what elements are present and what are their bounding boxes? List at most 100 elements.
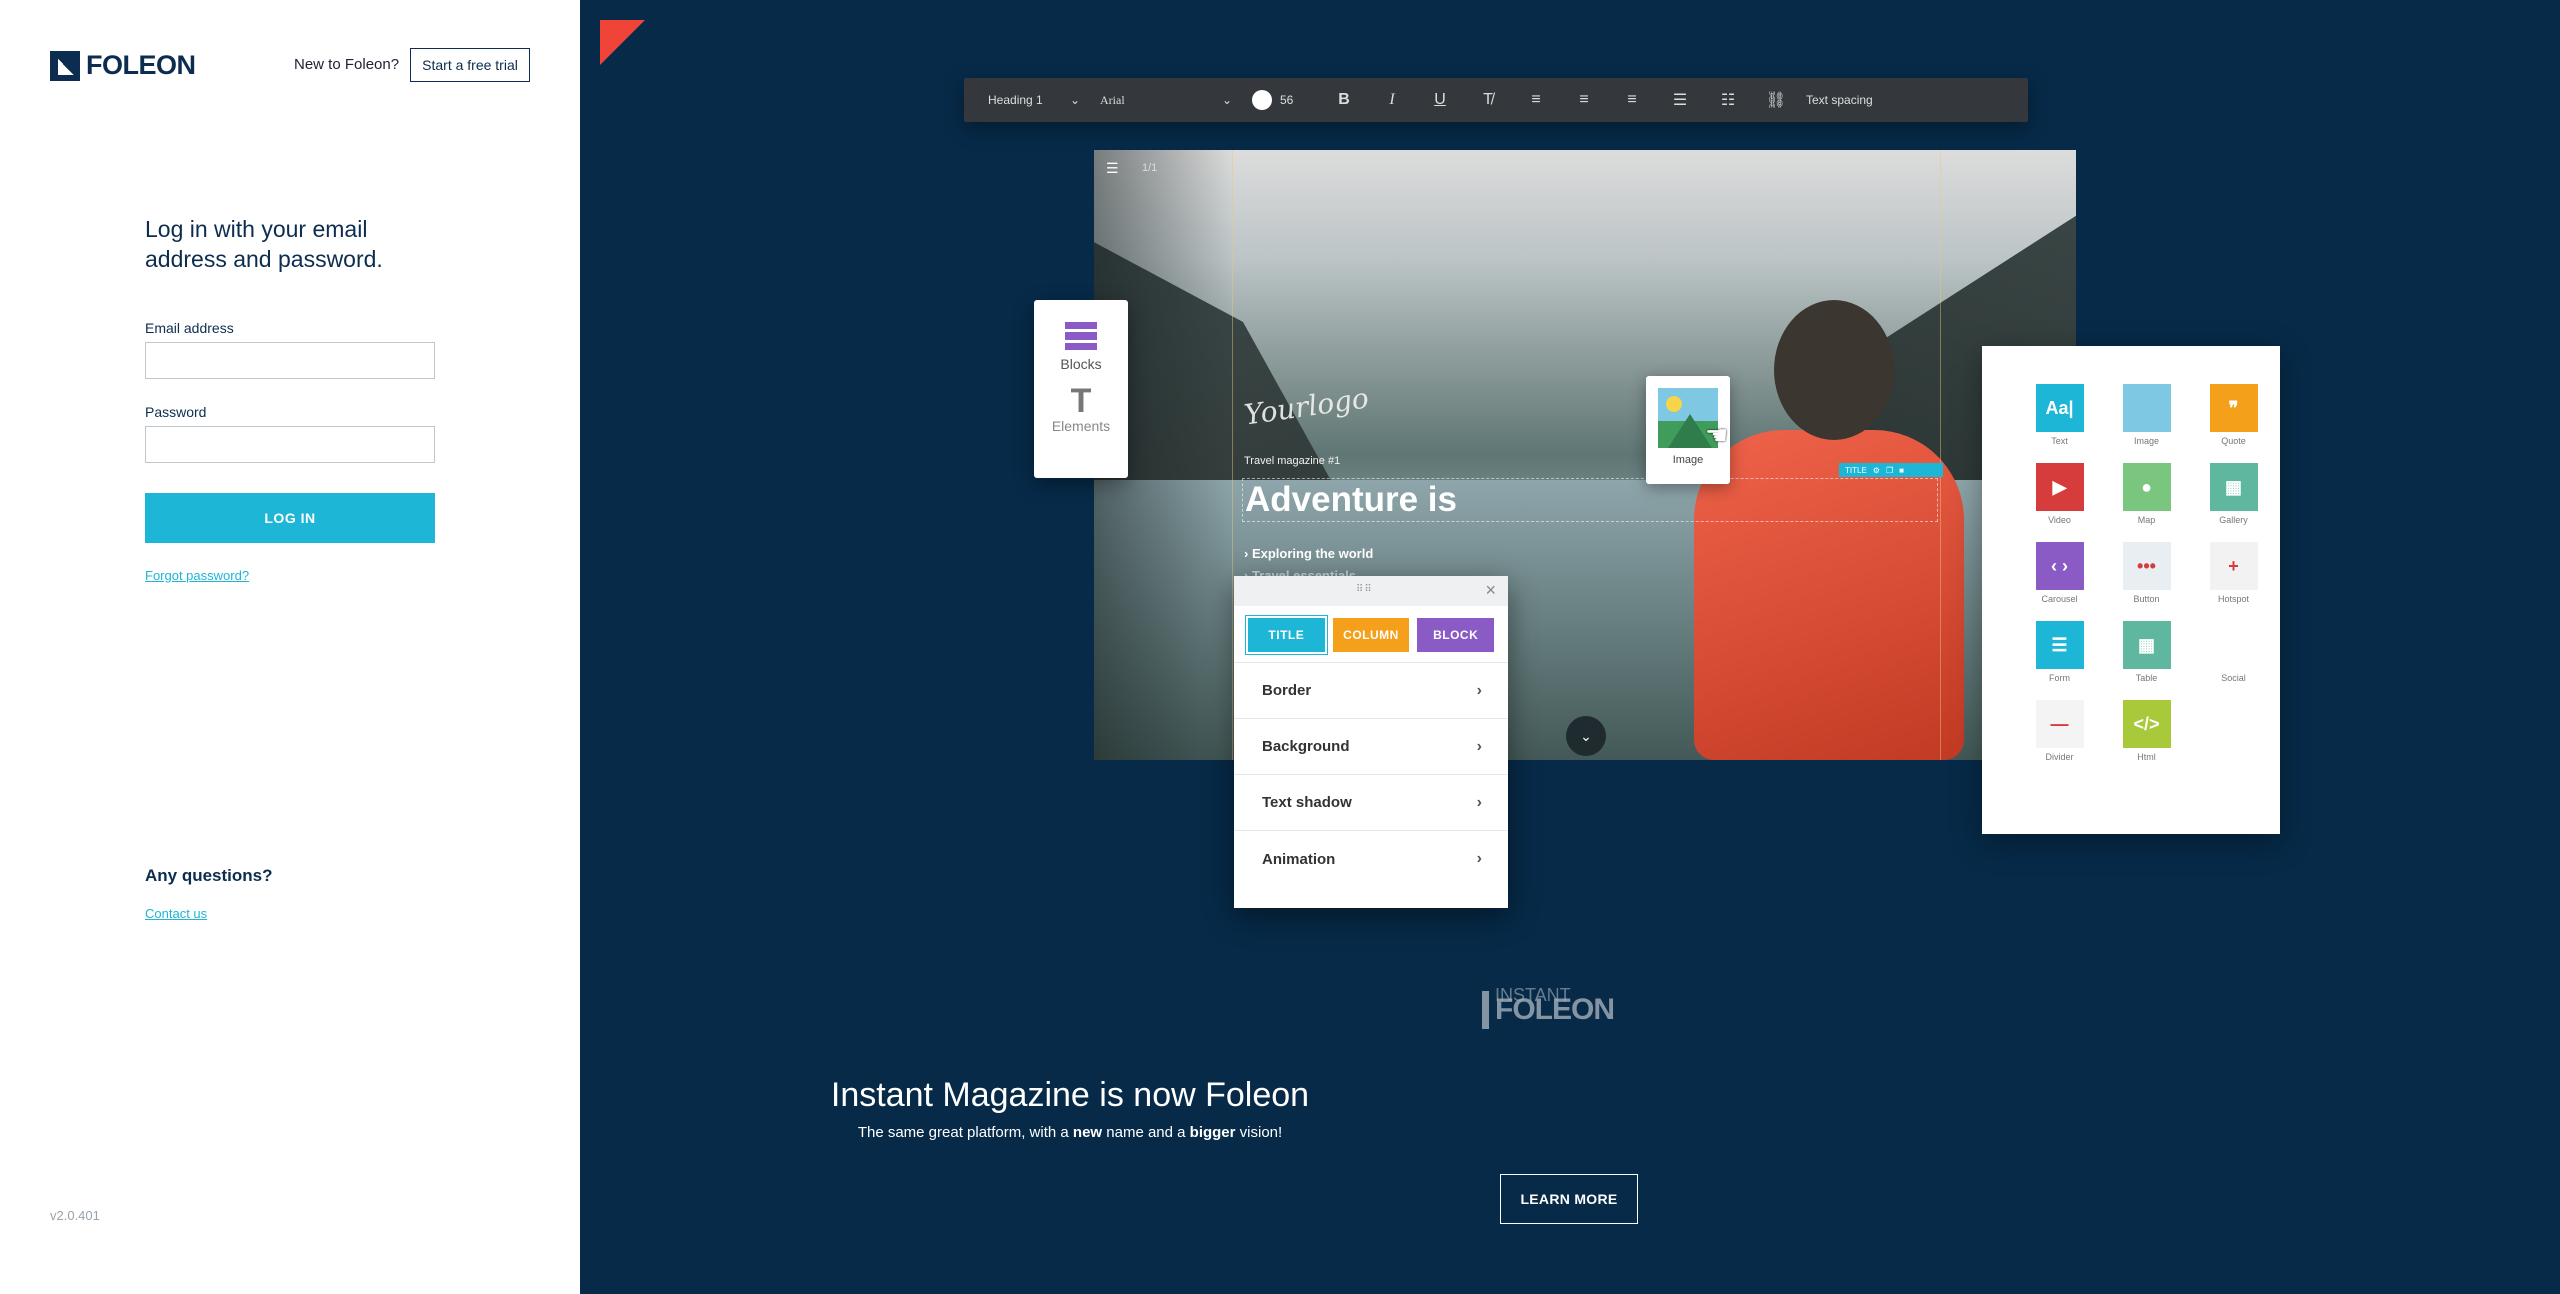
text-spacing-label: Text spacing	[1806, 93, 1873, 107]
menu-icon: ☰	[1106, 160, 1119, 176]
color-swatch-icon	[1252, 90, 1272, 110]
forgot-password-link[interactable]: Forgot password?	[145, 568, 249, 583]
login-button[interactable]: LOG IN	[145, 493, 435, 543]
chevron-right-icon: ›	[1476, 681, 1482, 699]
bold-icon: B	[1338, 91, 1350, 108]
underline-icon: U	[1434, 91, 1446, 108]
learn-more-button[interactable]: LEARN MORE	[1500, 1174, 1638, 1224]
text-icon: Aa|	[2035, 384, 2084, 432]
element-quote: ❞ Quote	[2190, 384, 2277, 446]
page-indicator: 1/1	[1142, 162, 1158, 174]
login-panel: FOLEON New to Foleon? Start a free trial…	[0, 0, 580, 1294]
chevron-right-icon: ›	[1476, 737, 1482, 755]
tab-title: TITLE	[1246, 616, 1327, 654]
corner-flag-icon	[600, 20, 645, 65]
blocks-label: Blocks	[1060, 356, 1102, 372]
foleon-logo-icon	[50, 50, 80, 81]
start-free-trial-button[interactable]: Start a free trial	[410, 48, 530, 82]
brand-name: FOLEON	[86, 50, 196, 80]
social-icon	[2209, 621, 2258, 669]
copy-icon: ❐	[1885, 465, 1894, 475]
font-value: Arial	[1100, 92, 1125, 107]
gallery-icon: ▦	[2209, 463, 2258, 511]
element-image: Image	[2103, 384, 2190, 446]
props-row-label: Border	[1262, 682, 1312, 699]
canvas-bullet-1: › Exploring the world	[1244, 546, 1374, 561]
drag-handle-icon: ⠿⠿	[1356, 584, 1373, 595]
chevron-down-icon: ⌄	[1566, 716, 1606, 756]
element-label: Carousel	[2041, 594, 2078, 604]
element-html: </> Html	[2103, 700, 2190, 762]
password-field[interactable]	[145, 426, 435, 463]
props-row-border: Border ›	[1234, 663, 1508, 719]
element-form: ☰ Form	[2016, 621, 2103, 683]
title-badge: TITLE ⚙ ❐ ■	[1839, 463, 1943, 477]
element-carousel: ‹ › Carousel	[2016, 542, 2103, 604]
props-row-text-shadow: Text shadow ›	[1234, 775, 1508, 831]
hero-panel: Heading 1 ⌄ Arial ⌄ 56 B I U T̸ ≡ ≡ ≡ ☰ ☷ …	[580, 0, 2560, 1294]
element-social: Social	[2190, 621, 2277, 683]
foleon-logo[interactable]: FOLEON	[50, 50, 196, 81]
html-icon: </>	[2122, 700, 2171, 748]
align-center-icon: ≡	[1579, 91, 1589, 108]
element-hotspot: + Hotspot	[2190, 542, 2277, 604]
element-label: Quote	[2221, 436, 2246, 446]
hero-subtitle: The same great platform, with a new name…	[857, 1124, 1283, 1141]
hiker-head-shape	[1774, 300, 1894, 440]
elements-icon: T	[1070, 382, 1092, 420]
bullet-list-icon: ☰	[1672, 92, 1688, 109]
element-gallery: ▦ Gallery	[2190, 463, 2277, 525]
tab-block: BLOCK	[1417, 618, 1495, 652]
props-row-animation: Animation ›	[1234, 831, 1508, 887]
element-divider: — Divider	[2016, 700, 2103, 762]
email-field[interactable]	[145, 342, 435, 379]
element-label: Text	[2051, 436, 2068, 446]
hotspot-icon: +	[2209, 542, 2258, 590]
element-label: Hotspot	[2217, 594, 2250, 604]
element-label: Social	[2221, 673, 2246, 683]
italic-icon: I	[1389, 91, 1395, 108]
element-label: Map	[2137, 515, 2156, 525]
gear-icon: ⚙	[1872, 465, 1880, 475]
blocks-elements-card: Blocks T Elements	[1034, 300, 1128, 478]
tab-column: COLUMN	[1332, 618, 1410, 652]
video-icon: ▶	[2035, 463, 2084, 511]
hand-cursor-icon: ☚	[1705, 420, 1729, 450]
hero-title: Instant Magazine is now Foleon	[830, 1076, 1310, 1114]
link-icon: ⛓	[1765, 92, 1787, 109]
image-icon	[2122, 384, 2171, 432]
button-icon: •••	[2122, 542, 2171, 590]
form-icon: ☰	[2035, 621, 2084, 669]
element-video: ▶ Video	[2016, 463, 2103, 525]
font-select: Arial ⌄	[1090, 78, 1242, 122]
element-label: Gallery	[2219, 515, 2248, 525]
align-left-icon: ≡	[1531, 91, 1541, 108]
foleon-mark-icon	[1482, 991, 1489, 1029]
props-row-background: Background ›	[1234, 719, 1508, 775]
element-label: Form	[2049, 673, 2070, 683]
element-button: ••• Button	[2103, 542, 2190, 604]
style-select: Heading 1 ⌄	[978, 78, 1090, 122]
email-label: Email address	[145, 320, 234, 336]
contact-us-link[interactable]: Contact us	[145, 906, 207, 921]
element-table: ▦ Table	[2103, 621, 2190, 683]
quote-icon: ❞	[2209, 384, 2258, 432]
editor-toolbar: Heading 1 ⌄ Arial ⌄ 56 B I U T̸ ≡ ≡ ≡ ☰ ☷ …	[964, 78, 2028, 122]
font-size-value: 56	[1280, 93, 1294, 107]
title-badge-label: TITLE	[1845, 465, 1867, 475]
chevron-down-icon: ⌄	[1221, 92, 1232, 107]
canvas-title: Adventure is	[1242, 478, 1938, 522]
canvas-kicker: Travel magazine #1	[1244, 455, 1341, 467]
brand-old-name: INSTANT	[1495, 985, 1571, 1005]
carousel-icon: ‹ ›	[2035, 542, 2084, 590]
close-icon: ×	[1485, 580, 1496, 600]
image-card-label: Image	[1672, 454, 1704, 466]
element-label: Divider	[2045, 752, 2074, 762]
align-right-icon: ≡	[1627, 91, 1637, 108]
login-heading: Log in with your email address and passw…	[145, 216, 383, 272]
element-label: Html	[2137, 752, 2156, 762]
element-label: Image	[2133, 436, 2159, 446]
chevron-down-icon: ⌄	[1069, 93, 1080, 107]
element-text: Aa| Text	[2016, 384, 2103, 446]
version-label: v2.0.401	[50, 1208, 100, 1223]
